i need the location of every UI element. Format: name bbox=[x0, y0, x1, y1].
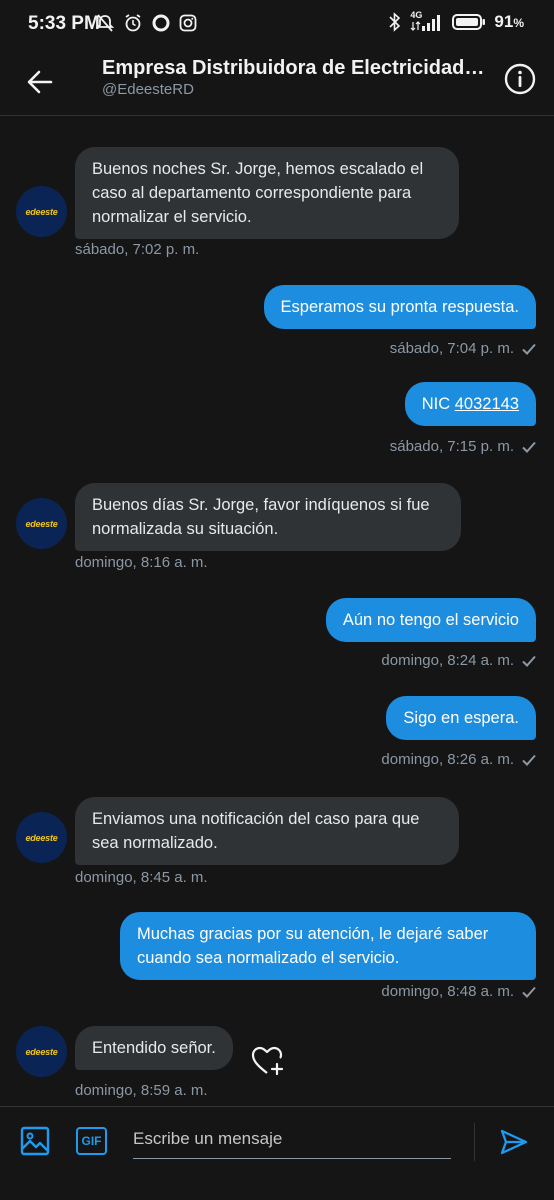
status-time: 5:33 PM bbox=[28, 13, 100, 34]
avatar[interactable]: edeeste bbox=[16, 1026, 67, 1077]
avatar-logo: edeeste bbox=[25, 206, 58, 217]
message-timestamp: domingo, 8:16 a. m. bbox=[75, 554, 208, 571]
status-bar: 5:33 PM 4G 91% bbox=[0, 0, 554, 48]
message-bubble-outgoing[interactable]: Muchas gracias por su atención, le dejar… bbox=[120, 912, 536, 980]
message-meta: domingo, 8:24 a. m. bbox=[381, 652, 536, 669]
back-button[interactable] bbox=[20, 62, 60, 102]
instagram-icon bbox=[179, 14, 197, 32]
message-timestamp: sábado, 7:04 p. m. bbox=[389, 340, 514, 357]
gif-button[interactable]: GIF bbox=[76, 1127, 107, 1155]
alarm-icon bbox=[125, 14, 141, 32]
sent-check-icon bbox=[522, 343, 536, 355]
message-bubble-outgoing[interactable]: Aún no tengo el servicio bbox=[325, 598, 536, 642]
conversation-header: Empresa Distribuidora de Electricidad… @… bbox=[0, 48, 554, 116]
message-composer: GIF bbox=[0, 1106, 554, 1200]
message-input-wrapper bbox=[133, 1121, 451, 1159]
message-meta: domingo, 8:48 a. m. bbox=[381, 983, 536, 1000]
composer-divider bbox=[474, 1123, 475, 1161]
avatar[interactable]: edeeste bbox=[16, 812, 67, 863]
battery-icon bbox=[452, 14, 486, 30]
message-bubble-outgoing[interactable]: NIC 4032143 bbox=[404, 382, 536, 426]
heart-plus-icon bbox=[251, 1046, 284, 1076]
battery-percent: 91% bbox=[494, 12, 524, 31]
sent-check-icon bbox=[522, 441, 536, 453]
arrow-left-icon bbox=[27, 70, 53, 94]
circle-icon bbox=[152, 14, 170, 32]
message-timestamp: domingo, 8:26 a. m. bbox=[381, 751, 514, 768]
image-icon bbox=[20, 1126, 50, 1156]
info-icon bbox=[504, 63, 536, 95]
signal-icon: 4G bbox=[410, 10, 444, 32]
message-bubble-incoming[interactable]: Entendido señor. bbox=[75, 1026, 233, 1070]
message-timestamp: domingo, 8:24 a. m. bbox=[381, 652, 514, 669]
message-timestamp: domingo, 8:45 a. m. bbox=[75, 869, 208, 886]
avatar-logo: edeeste bbox=[25, 832, 58, 843]
message-timestamp: domingo, 8:59 a. m. bbox=[75, 1082, 208, 1099]
message-bubble-outgoing[interactable]: Esperamos su pronta respuesta. bbox=[263, 285, 536, 329]
message-bubble-incoming[interactable]: Enviamos una notificación del caso para … bbox=[75, 797, 459, 865]
send-icon bbox=[500, 1129, 528, 1155]
avatar[interactable]: edeeste bbox=[16, 186, 67, 237]
message-bubble-incoming[interactable]: Buenos días Sr. Jorge, favor indíquenos … bbox=[75, 483, 461, 551]
nic-link[interactable]: 4032143 bbox=[455, 395, 519, 413]
sent-check-icon bbox=[522, 655, 536, 667]
conversation-handle[interactable]: @EdeesteRD bbox=[102, 81, 194, 98]
bluetooth-icon bbox=[389, 12, 401, 32]
status-icons-left bbox=[95, 13, 197, 33]
message-bubble-outgoing[interactable]: Sigo en espera. bbox=[386, 696, 536, 740]
mute-icon bbox=[95, 14, 115, 32]
media-button[interactable] bbox=[19, 1125, 51, 1157]
send-button[interactable] bbox=[499, 1127, 529, 1157]
add-reaction-button[interactable] bbox=[250, 1044, 286, 1078]
avatar-logo: edeeste bbox=[25, 518, 58, 529]
message-bubble-incoming[interactable]: Buenos noches Sr. Jorge, hemos escalado … bbox=[75, 147, 459, 239]
message-timestamp: domingo, 8:48 a. m. bbox=[381, 983, 514, 1000]
message-meta: domingo, 8:26 a. m. bbox=[381, 751, 536, 768]
sent-check-icon bbox=[522, 754, 536, 766]
message-meta: sábado, 7:04 p. m. bbox=[390, 340, 536, 357]
message-meta: sábado, 7:15 p. m. bbox=[390, 438, 536, 455]
message-timestamp: sábado, 7:15 p. m. bbox=[389, 438, 514, 455]
avatar[interactable]: edeeste bbox=[16, 498, 67, 549]
avatar-logo: edeeste bbox=[25, 1046, 58, 1057]
message-input[interactable] bbox=[133, 1121, 451, 1157]
conversation-title[interactable]: Empresa Distribuidora de Electricidad… bbox=[102, 57, 492, 80]
sent-check-icon bbox=[522, 986, 536, 998]
status-icons-right: 4G 91% bbox=[388, 10, 524, 32]
info-button[interactable] bbox=[503, 62, 537, 96]
message-timestamp: sábado, 7:02 p. m. bbox=[75, 241, 200, 258]
